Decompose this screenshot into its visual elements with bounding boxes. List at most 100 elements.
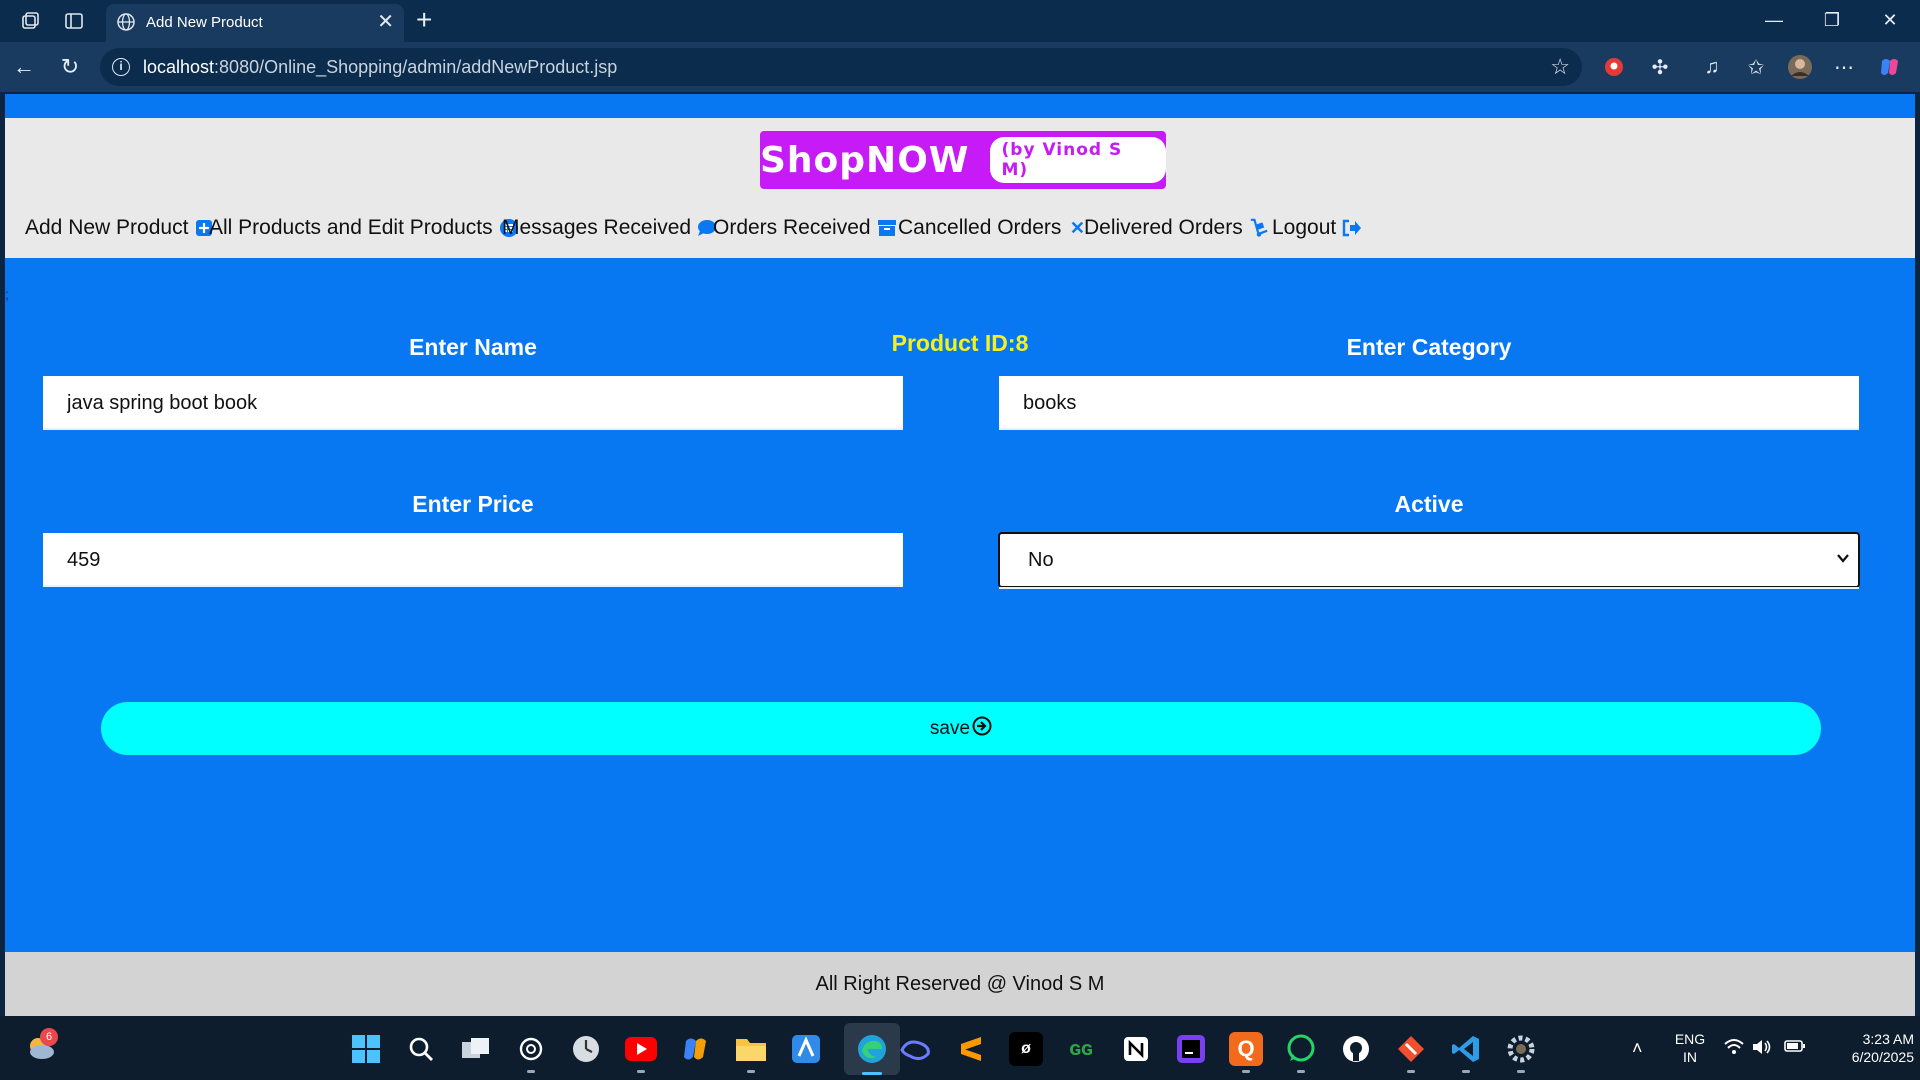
- copilot-icon[interactable]: [1876, 53, 1904, 81]
- intellij-icon[interactable]: [1174, 1032, 1208, 1066]
- category-label: Enter Category: [1346, 334, 1512, 360]
- start-icon[interactable]: [349, 1032, 383, 1066]
- menu-label: Orders Received: [713, 216, 871, 239]
- cursor-app-icon[interactable]: ø: [1009, 1032, 1043, 1066]
- file-explorer-icon[interactable]: [734, 1032, 768, 1066]
- clock-app-icon[interactable]: [569, 1032, 603, 1066]
- settings-gear-icon[interactable]: [1504, 1032, 1538, 1066]
- geeksforgeeks-icon[interactable]: ɢɢ: [1064, 1032, 1098, 1066]
- restore-icon[interactable]: ❐: [1812, 6, 1852, 34]
- save-label: save: [929, 717, 971, 739]
- weather-badge: 6: [40, 1028, 58, 1046]
- menu-delivered-orders[interactable]: Delivered Orders: [1084, 208, 1269, 248]
- save-button[interactable]: save: [101, 702, 1821, 755]
- site-info-icon[interactable]: i: [112, 58, 130, 76]
- clock-time: 3:23 AM: [1862, 1031, 1914, 1047]
- search-icon[interactable]: [404, 1032, 438, 1066]
- language-code: ENG: [1674, 1031, 1706, 1047]
- quick-app-icon[interactable]: Q: [1229, 1032, 1263, 1066]
- browser-titlebar: Add New Product ✕ + — ❐ ✕: [0, 0, 1920, 42]
- page-footer: All Right Reserved @ Vinod S M: [5, 952, 1915, 1016]
- workspaces-icon[interactable]: [18, 9, 42, 33]
- stray-text: ;: [5, 286, 9, 302]
- name-input[interactable]: [43, 376, 903, 430]
- chevron-up-icon[interactable]: ˄: [1632, 1038, 1643, 1059]
- battery-icon[interactable]: [1784, 1038, 1806, 1059]
- read-aloud-icon[interactable]: ♫: [1698, 53, 1726, 81]
- menu-orders-received[interactable]: Orders Received: [713, 208, 897, 248]
- window-close-icon[interactable]: ✕: [1870, 6, 1910, 34]
- name-underline: [43, 428, 903, 430]
- copilot-app-icon[interactable]: [679, 1032, 713, 1066]
- taskbar-active-indicator: [862, 1072, 882, 1075]
- category-underline: [999, 428, 1859, 430]
- price-input[interactable]: [43, 533, 903, 587]
- new-tab-icon[interactable]: +: [416, 4, 432, 36]
- admin-menu: Add New Product All Products and Edit Pr…: [5, 208, 1915, 248]
- youtube-icon[interactable]: [624, 1032, 658, 1066]
- deepseek-icon[interactable]: [899, 1032, 933, 1066]
- dolly-icon: [1249, 218, 1269, 238]
- active-selected-value: No: [1028, 548, 1054, 571]
- extensions-puzzle-icon[interactable]: ✣: [1646, 53, 1674, 81]
- address-bar[interactable]: i localhost:8080/Online_Shopping/admin/a…: [100, 48, 1582, 86]
- browser-tab[interactable]: Add New Product ✕: [106, 4, 404, 42]
- running-indicator: [637, 1070, 645, 1073]
- git-app-icon[interactable]: [1394, 1032, 1428, 1066]
- menu-cancelled-orders[interactable]: Cancelled Orders ✕: [898, 208, 1087, 248]
- active-select[interactable]: No: [998, 532, 1860, 588]
- running-indicator: [1517, 1070, 1525, 1073]
- profile-avatar[interactable]: [1786, 53, 1814, 81]
- arrow-circle-right-icon: [972, 716, 992, 742]
- editor-app-icon[interactable]: [789, 1032, 823, 1066]
- shopnow-logo[interactable]: ShopNOW (by Vinod S M): [760, 131, 1166, 189]
- vscode-icon[interactable]: [1449, 1032, 1483, 1066]
- menu-logout[interactable]: Logout: [1272, 208, 1362, 248]
- sublime-text-icon[interactable]: [954, 1032, 988, 1066]
- reload-icon[interactable]: ↻: [56, 53, 84, 81]
- vertical-tabs-icon[interactable]: [62, 9, 86, 33]
- running-indicator: [1297, 1070, 1305, 1073]
- active-label: Active: [1394, 491, 1464, 517]
- language-indicator[interactable]: ENG IN: [1668, 1016, 1712, 1080]
- menu-all-products[interactable]: All Products and Edit Products: [209, 208, 519, 248]
- price-underline: [43, 585, 903, 587]
- globe-icon: [116, 12, 136, 37]
- running-indicator: [1462, 1070, 1470, 1073]
- whatsapp-icon[interactable]: [1284, 1032, 1318, 1066]
- site-header: ShopNOW (by Vinod S M) Add New Product A…: [5, 118, 1915, 258]
- clock-date: 6/20/2025: [1851, 1049, 1914, 1065]
- tab-close-icon[interactable]: ✕: [377, 10, 394, 34]
- extension-red-icon[interactable]: [1600, 53, 1628, 81]
- edge-browser-icon[interactable]: [855, 1032, 889, 1066]
- menu-label: Cancelled Orders: [898, 216, 1062, 239]
- running-indicator: [1242, 1070, 1250, 1073]
- menu-add-new-product[interactable]: Add New Product: [25, 208, 214, 248]
- notion-icon[interactable]: [1119, 1032, 1153, 1066]
- windows-taskbar: 6 ø ɢɢ Q ˄ ENG IN 3:23 AM 6/20/2025: [0, 1016, 1920, 1080]
- menu-messages-received[interactable]: Messages Received: [502, 208, 717, 248]
- favorites-icon[interactable]: ✩: [1742, 53, 1770, 81]
- web-page: ShopNOW (by Vinod S M) Add New Product A…: [5, 94, 1915, 1016]
- more-options-icon[interactable]: ⋯: [1830, 53, 1858, 81]
- wifi-icon[interactable]: [1724, 1038, 1744, 1061]
- menu-label: Logout: [1272, 216, 1337, 239]
- minimize-icon[interactable]: —: [1754, 6, 1794, 34]
- name-label: Enter Name: [409, 334, 537, 360]
- menu-label: All Products and Edit Products: [209, 216, 493, 239]
- chatgpt-icon[interactable]: [514, 1032, 548, 1066]
- active-underline: [999, 587, 1859, 589]
- logo-subtitle: (by Vinod S M): [989, 137, 1166, 183]
- favorite-star-icon[interactable]: ☆: [1550, 54, 1570, 80]
- running-indicator: [1407, 1070, 1415, 1073]
- task-view-icon[interactable]: [459, 1032, 493, 1066]
- logo-title: ShopNOW: [760, 139, 970, 181]
- clock[interactable]: 3:23 AM 6/20/2025: [1818, 1016, 1914, 1080]
- running-indicator: [747, 1070, 755, 1073]
- menu-label: Add New Product: [25, 216, 189, 239]
- back-icon[interactable]: ←: [10, 53, 38, 81]
- category-input[interactable]: [999, 376, 1859, 430]
- github-icon[interactable]: [1339, 1032, 1373, 1066]
- volume-icon[interactable]: [1752, 1038, 1772, 1061]
- region-code: IN: [1683, 1049, 1697, 1065]
